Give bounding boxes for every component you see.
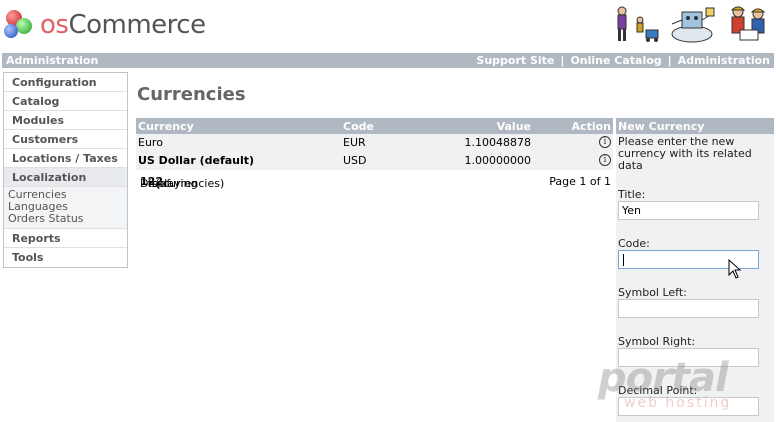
currency-value: 1.00000000 bbox=[464, 154, 531, 167]
family-illustration-icon bbox=[617, 6, 659, 42]
sidebar-item-customers[interactable]: Customers bbox=[4, 130, 127, 149]
column-header-code: Code bbox=[343, 120, 374, 133]
top-navigation-bar: Administration Support Site | Online Catal… bbox=[2, 53, 774, 68]
robot-illustration-icon bbox=[671, 7, 715, 43]
localization-submenu: Currencies Languages Orders Status bbox=[4, 187, 127, 229]
decimal-point-label: Decimal Point: bbox=[618, 384, 698, 397]
sidebar-item-configuration[interactable]: Configuration bbox=[4, 73, 127, 92]
submenu-item-orders-status[interactable]: Orders Status bbox=[8, 213, 127, 225]
info-icon[interactable]: i bbox=[599, 136, 611, 148]
code-label: Code: bbox=[618, 237, 650, 250]
workers-illustration-icon bbox=[730, 6, 766, 41]
header-illustrations bbox=[610, 4, 774, 44]
sidebar-item-catalog[interactable]: Catalog bbox=[4, 92, 127, 111]
mouse-pointer-icon bbox=[728, 259, 742, 279]
logo-balls-icon bbox=[4, 8, 38, 42]
support-site-link[interactable]: Support Site bbox=[476, 54, 554, 67]
new-currency-intro: Please enter the new currency with its r… bbox=[618, 135, 752, 172]
symbol-left-label: Symbol Left: bbox=[618, 286, 687, 299]
currency-code: USD bbox=[343, 154, 367, 167]
sidebar-item-reports[interactable]: Reports bbox=[4, 229, 127, 248]
page-title: Currencies bbox=[137, 84, 246, 105]
sidebar-menu: Configuration Catalog Modules Customers … bbox=[3, 72, 128, 268]
table-header: Currency Code Value Action bbox=[136, 118, 613, 134]
table-row[interactable]: Euro EUR 1.10048878 i bbox=[136, 134, 613, 152]
column-header-currency: Currency bbox=[138, 120, 194, 133]
decimal-point-input[interactable] bbox=[618, 397, 759, 416]
table-footer: Displaying 1 to 2 (of 2 currencies) Page… bbox=[136, 173, 613, 191]
sidebar-item-locations-taxes[interactable]: Locations / Taxes bbox=[4, 149, 127, 168]
column-header-value: Value bbox=[496, 120, 531, 133]
symbol-right-input[interactable] bbox=[618, 348, 759, 367]
online-catalog-link[interactable]: Online Catalog bbox=[570, 54, 661, 67]
new-currency-panel: New Currency Please enter the new curren… bbox=[616, 118, 774, 422]
title-label: Title: bbox=[618, 188, 646, 201]
title-input[interactable] bbox=[618, 201, 759, 220]
logo-text: osCommerce bbox=[40, 10, 206, 40]
oscommerce-logo[interactable]: osCommerce bbox=[4, 8, 206, 42]
symbol-left-input[interactable] bbox=[618, 299, 759, 318]
topbar-admin-label: Administration bbox=[6, 54, 99, 67]
sidebar-item-tools[interactable]: Tools bbox=[4, 248, 127, 267]
column-header-action: Action bbox=[571, 120, 611, 133]
new-currency-heading: New Currency bbox=[616, 118, 774, 134]
currency-code: EUR bbox=[343, 136, 366, 149]
currency-name: Euro bbox=[138, 136, 163, 149]
displaying-count: Displaying 1 to 2 (of 2 currencies) bbox=[140, 175, 225, 190]
table-row[interactable]: US Dollar (default) USD 1.00000000 i bbox=[136, 152, 613, 170]
sidebar-item-localization[interactable]: Localization bbox=[4, 168, 127, 187]
currencies-table: Currency Code Value Action Euro EUR 1.10… bbox=[136, 118, 613, 191]
sidebar-item-modules[interactable]: Modules bbox=[4, 111, 127, 130]
symbol-right-label: Symbol Right: bbox=[618, 335, 696, 348]
currency-name: US Dollar (default) bbox=[138, 154, 255, 167]
administration-link[interactable]: Administration bbox=[678, 54, 770, 67]
topbar-links: Support Site | Online Catalog | Administrati… bbox=[476, 54, 770, 67]
currency-value: 1.10048878 bbox=[464, 136, 531, 149]
text-caret bbox=[623, 254, 624, 266]
info-icon[interactable]: i bbox=[599, 154, 611, 166]
page-indicator: Page 1 of 1 bbox=[549, 175, 611, 188]
